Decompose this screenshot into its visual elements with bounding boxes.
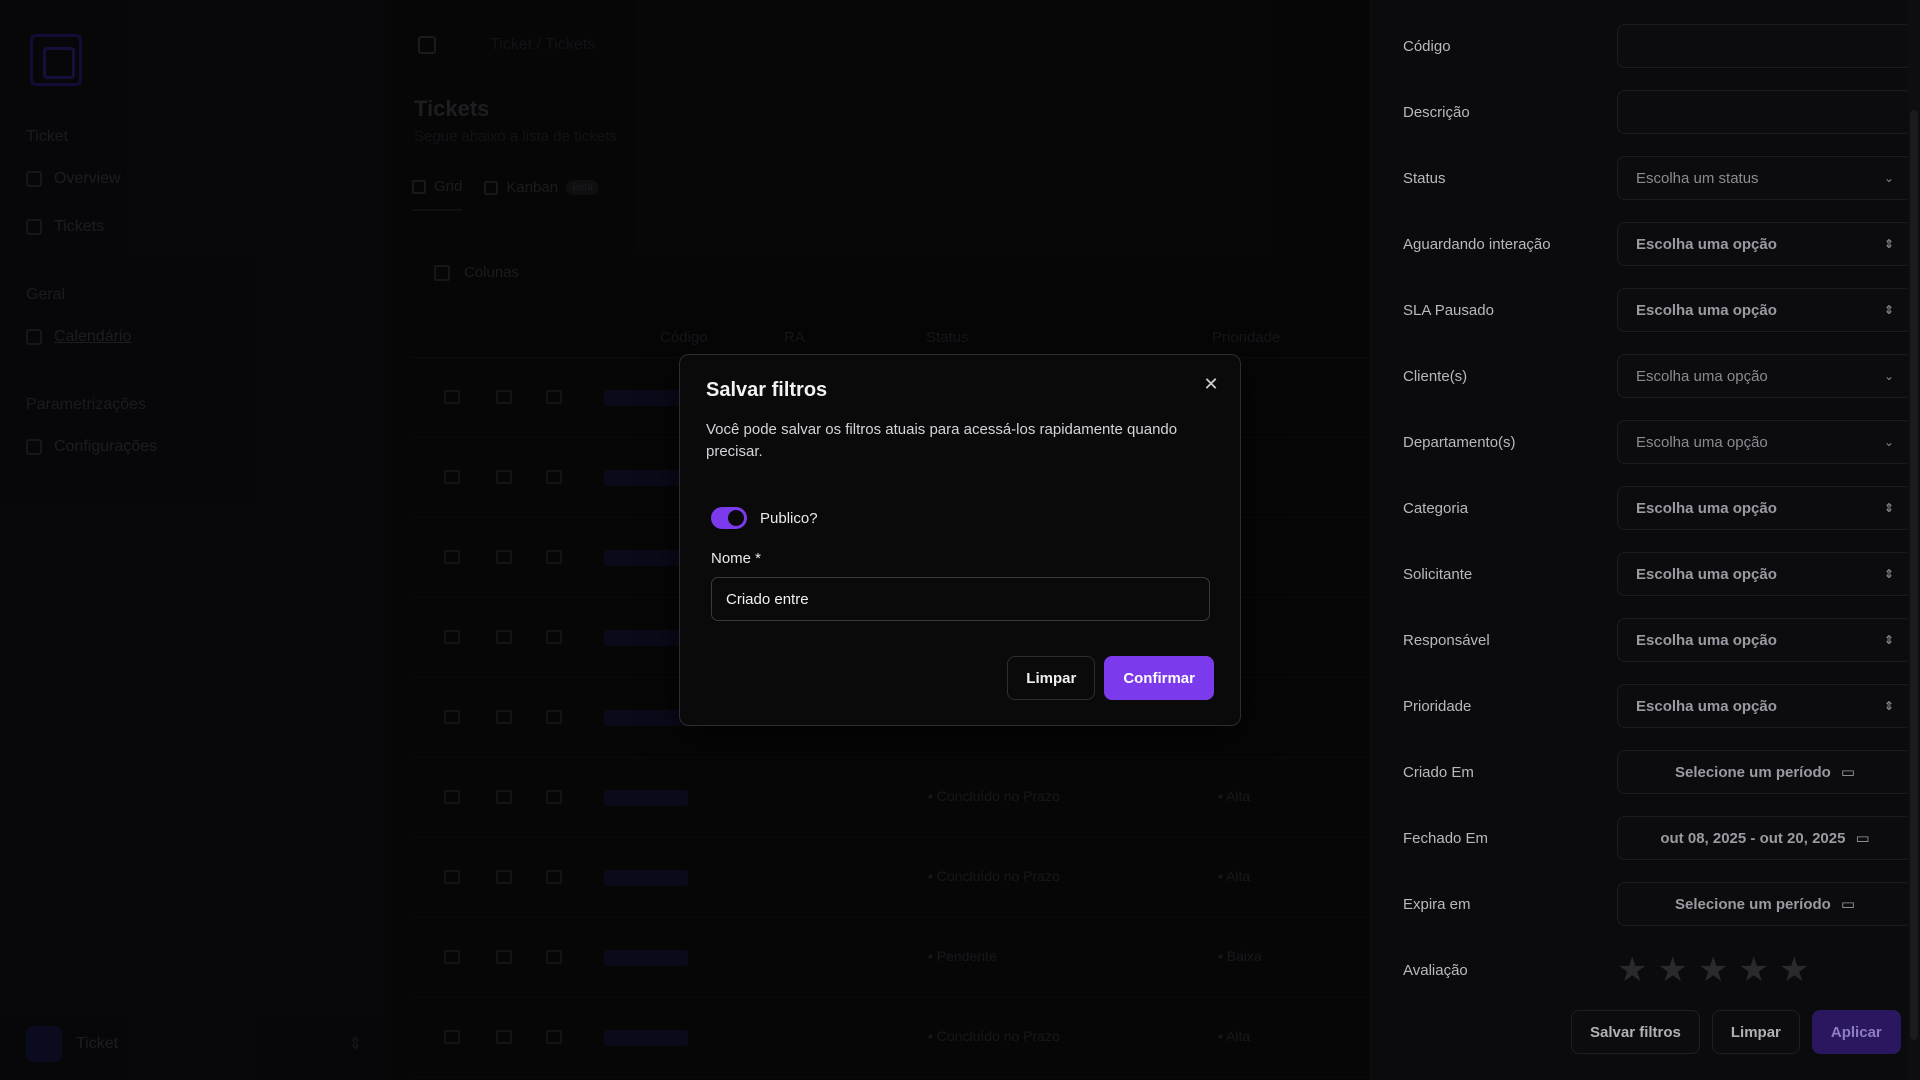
solicitante-select[interactable]: Escolha uma opção ⇕: [1617, 552, 1913, 596]
filter-label: Código: [1403, 37, 1451, 55]
calendar-icon: ▭: [1840, 896, 1856, 913]
filter-codigo: Código: [1403, 24, 1913, 68]
confirm-button[interactable]: Confirmar: [1104, 656, 1214, 700]
select-value: Escolha uma opção: [1636, 631, 1777, 649]
criado-em-picker[interactable]: Selecione um período ▭: [1617, 750, 1913, 794]
filter-actions: Salvar filtros Limpar Aplicar: [1571, 1010, 1901, 1054]
star-icon[interactable]: ★: [1779, 948, 1809, 992]
chevron-down-icon: ⌄: [1883, 369, 1894, 383]
filter-label: Solicitante: [1403, 565, 1473, 583]
filter-clientes: Cliente(s) Escolha uma opção ⌄: [1403, 354, 1913, 398]
chevron-down-icon: ⌄: [1883, 435, 1894, 449]
sla-select[interactable]: Escolha uma opção ⇕: [1617, 288, 1913, 332]
name-field[interactable]: [711, 577, 1210, 621]
dialog-actions: Limpar Confirmar: [1007, 656, 1214, 700]
aguardando-select[interactable]: Escolha uma opção ⇕: [1617, 222, 1913, 266]
star-icon[interactable]: ★: [1657, 948, 1687, 992]
filter-fechado-em: Fechado Em out 08, 2025 - out 20, 2025 ▭: [1403, 816, 1913, 860]
expira-em-picker[interactable]: Selecione um período ▭: [1617, 882, 1913, 926]
chevron-up-down-icon: ⇕: [1883, 633, 1894, 647]
chevron-up-down-icon: ⇕: [1883, 567, 1894, 581]
departamentos-select[interactable]: Escolha uma opção ⌄: [1617, 420, 1913, 464]
chevron-up-down-icon: ⇕: [1883, 303, 1894, 317]
prioridade-select[interactable]: Escolha uma opção ⇕: [1617, 684, 1913, 728]
filter-panel: Código Descrição Status Escolha um statu…: [1370, 0, 1920, 1080]
scrollbar-thumb[interactable]: [1910, 110, 1918, 1040]
select-value: Escolha uma opção: [1636, 235, 1777, 253]
select-value: Escolha uma opção: [1636, 697, 1777, 715]
select-value: Escolha uma opção: [1636, 433, 1768, 451]
select-value: Escolha uma opção: [1636, 367, 1768, 385]
chevron-down-icon: ⌄: [1883, 171, 1894, 185]
filter-label: Prioridade: [1403, 697, 1472, 715]
panel-scrollbar[interactable]: [1908, 0, 1920, 1080]
save-filters-button[interactable]: Salvar filtros: [1571, 1010, 1700, 1054]
picker-value: out 08, 2025 - out 20, 2025: [1660, 829, 1846, 847]
responsavel-select[interactable]: Escolha uma opção ⇕: [1617, 618, 1913, 662]
status-select[interactable]: Escolha um status ⌄: [1617, 156, 1913, 200]
picker-value: Selecione um período: [1674, 895, 1831, 913]
filter-label: Status: [1403, 169, 1446, 187]
chevron-up-down-icon: ⇕: [1883, 237, 1894, 251]
filter-label: Departamento(s): [1403, 433, 1516, 451]
filter-prioridade: Prioridade Escolha uma opção ⇕: [1403, 684, 1913, 728]
star-icon[interactable]: ★: [1738, 948, 1768, 992]
filter-responsavel: Responsável Escolha uma opção ⇕: [1403, 618, 1913, 662]
filter-label: Aguardando interação: [1403, 235, 1551, 253]
select-value: Escolha uma opção: [1636, 301, 1777, 319]
star-icon[interactable]: ★: [1617, 948, 1647, 992]
filter-label: Responsável: [1403, 631, 1490, 649]
filter-status: Status Escolha um status ⌄: [1403, 156, 1913, 200]
select-value: Escolha uma opção: [1636, 499, 1777, 517]
select-value: Escolha uma opção: [1636, 565, 1777, 583]
filter-categoria: Categoria Escolha uma opção ⇕: [1403, 486, 1913, 530]
select-value: Escolha um status: [1636, 169, 1759, 187]
filter-label: Criado Em: [1403, 763, 1474, 781]
fechado-em-picker[interactable]: out 08, 2025 - out 20, 2025 ▭: [1617, 816, 1913, 860]
filter-criado-em: Criado Em Selecione um período ▭: [1403, 750, 1913, 794]
filter-descricao: Descrição: [1403, 90, 1913, 134]
filter-aguardando: Aguardando interação Escolha uma opção ⇕: [1403, 222, 1913, 266]
close-icon[interactable]: ✕: [1200, 373, 1222, 395]
chevron-up-down-icon: ⇕: [1883, 501, 1894, 515]
save-filters-dialog: Salvar filtros ✕ Você pode salvar os fil…: [679, 354, 1241, 726]
public-toggle-row: Publico?: [711, 507, 818, 529]
clear-filters-button[interactable]: Limpar: [1711, 1010, 1800, 1054]
filter-label: Avaliação: [1403, 961, 1468, 979]
calendar-icon: ▭: [1840, 764, 1856, 781]
filter-avaliacao: Avaliação ★ ★ ★ ★ ★: [1403, 948, 1883, 992]
codigo-input[interactable]: [1617, 24, 1913, 68]
app-root: Ticket Overview Tickets Geral Calendário…: [0, 0, 1920, 1080]
filter-sla: SLA Pausado Escolha uma opção ⇕: [1403, 288, 1913, 332]
filter-label: SLA Pausado: [1403, 301, 1494, 319]
star-icon[interactable]: ★: [1698, 948, 1728, 992]
filter-solicitante: Solicitante Escolha uma opção ⇕: [1403, 552, 1913, 596]
public-toggle-label: Publico?: [760, 509, 818, 527]
rating-stars: ★ ★ ★ ★ ★: [1617, 948, 1809, 992]
apply-filters-button[interactable]: Aplicar: [1811, 1010, 1901, 1054]
clear-button[interactable]: Limpar: [1007, 656, 1096, 700]
filter-label: Expira em: [1403, 895, 1471, 913]
filter-label: Fechado Em: [1403, 829, 1489, 847]
picker-value: Selecione um período: [1674, 763, 1831, 781]
filter-expira-em: Expira em Selecione um período ▭: [1403, 882, 1913, 926]
calendar-icon: ▭: [1855, 830, 1870, 847]
categoria-select[interactable]: Escolha uma opção ⇕: [1617, 486, 1913, 530]
clientes-select[interactable]: Escolha uma opção ⌄: [1617, 354, 1913, 398]
name-field-label: Nome *: [711, 550, 762, 567]
dialog-title: Salvar filtros: [706, 379, 828, 401]
filter-label: Cliente(s): [1403, 367, 1468, 385]
dialog-description: Você pode salvar os filtros atuais para …: [706, 421, 1178, 460]
public-toggle[interactable]: [711, 507, 747, 529]
chevron-up-down-icon: ⇕: [1883, 699, 1894, 713]
filter-departamentos: Departamento(s) Escolha uma opção ⌄: [1403, 420, 1913, 464]
filter-label: Categoria: [1403, 499, 1469, 517]
descricao-input[interactable]: [1617, 90, 1913, 134]
filter-label: Descrição: [1403, 103, 1470, 121]
